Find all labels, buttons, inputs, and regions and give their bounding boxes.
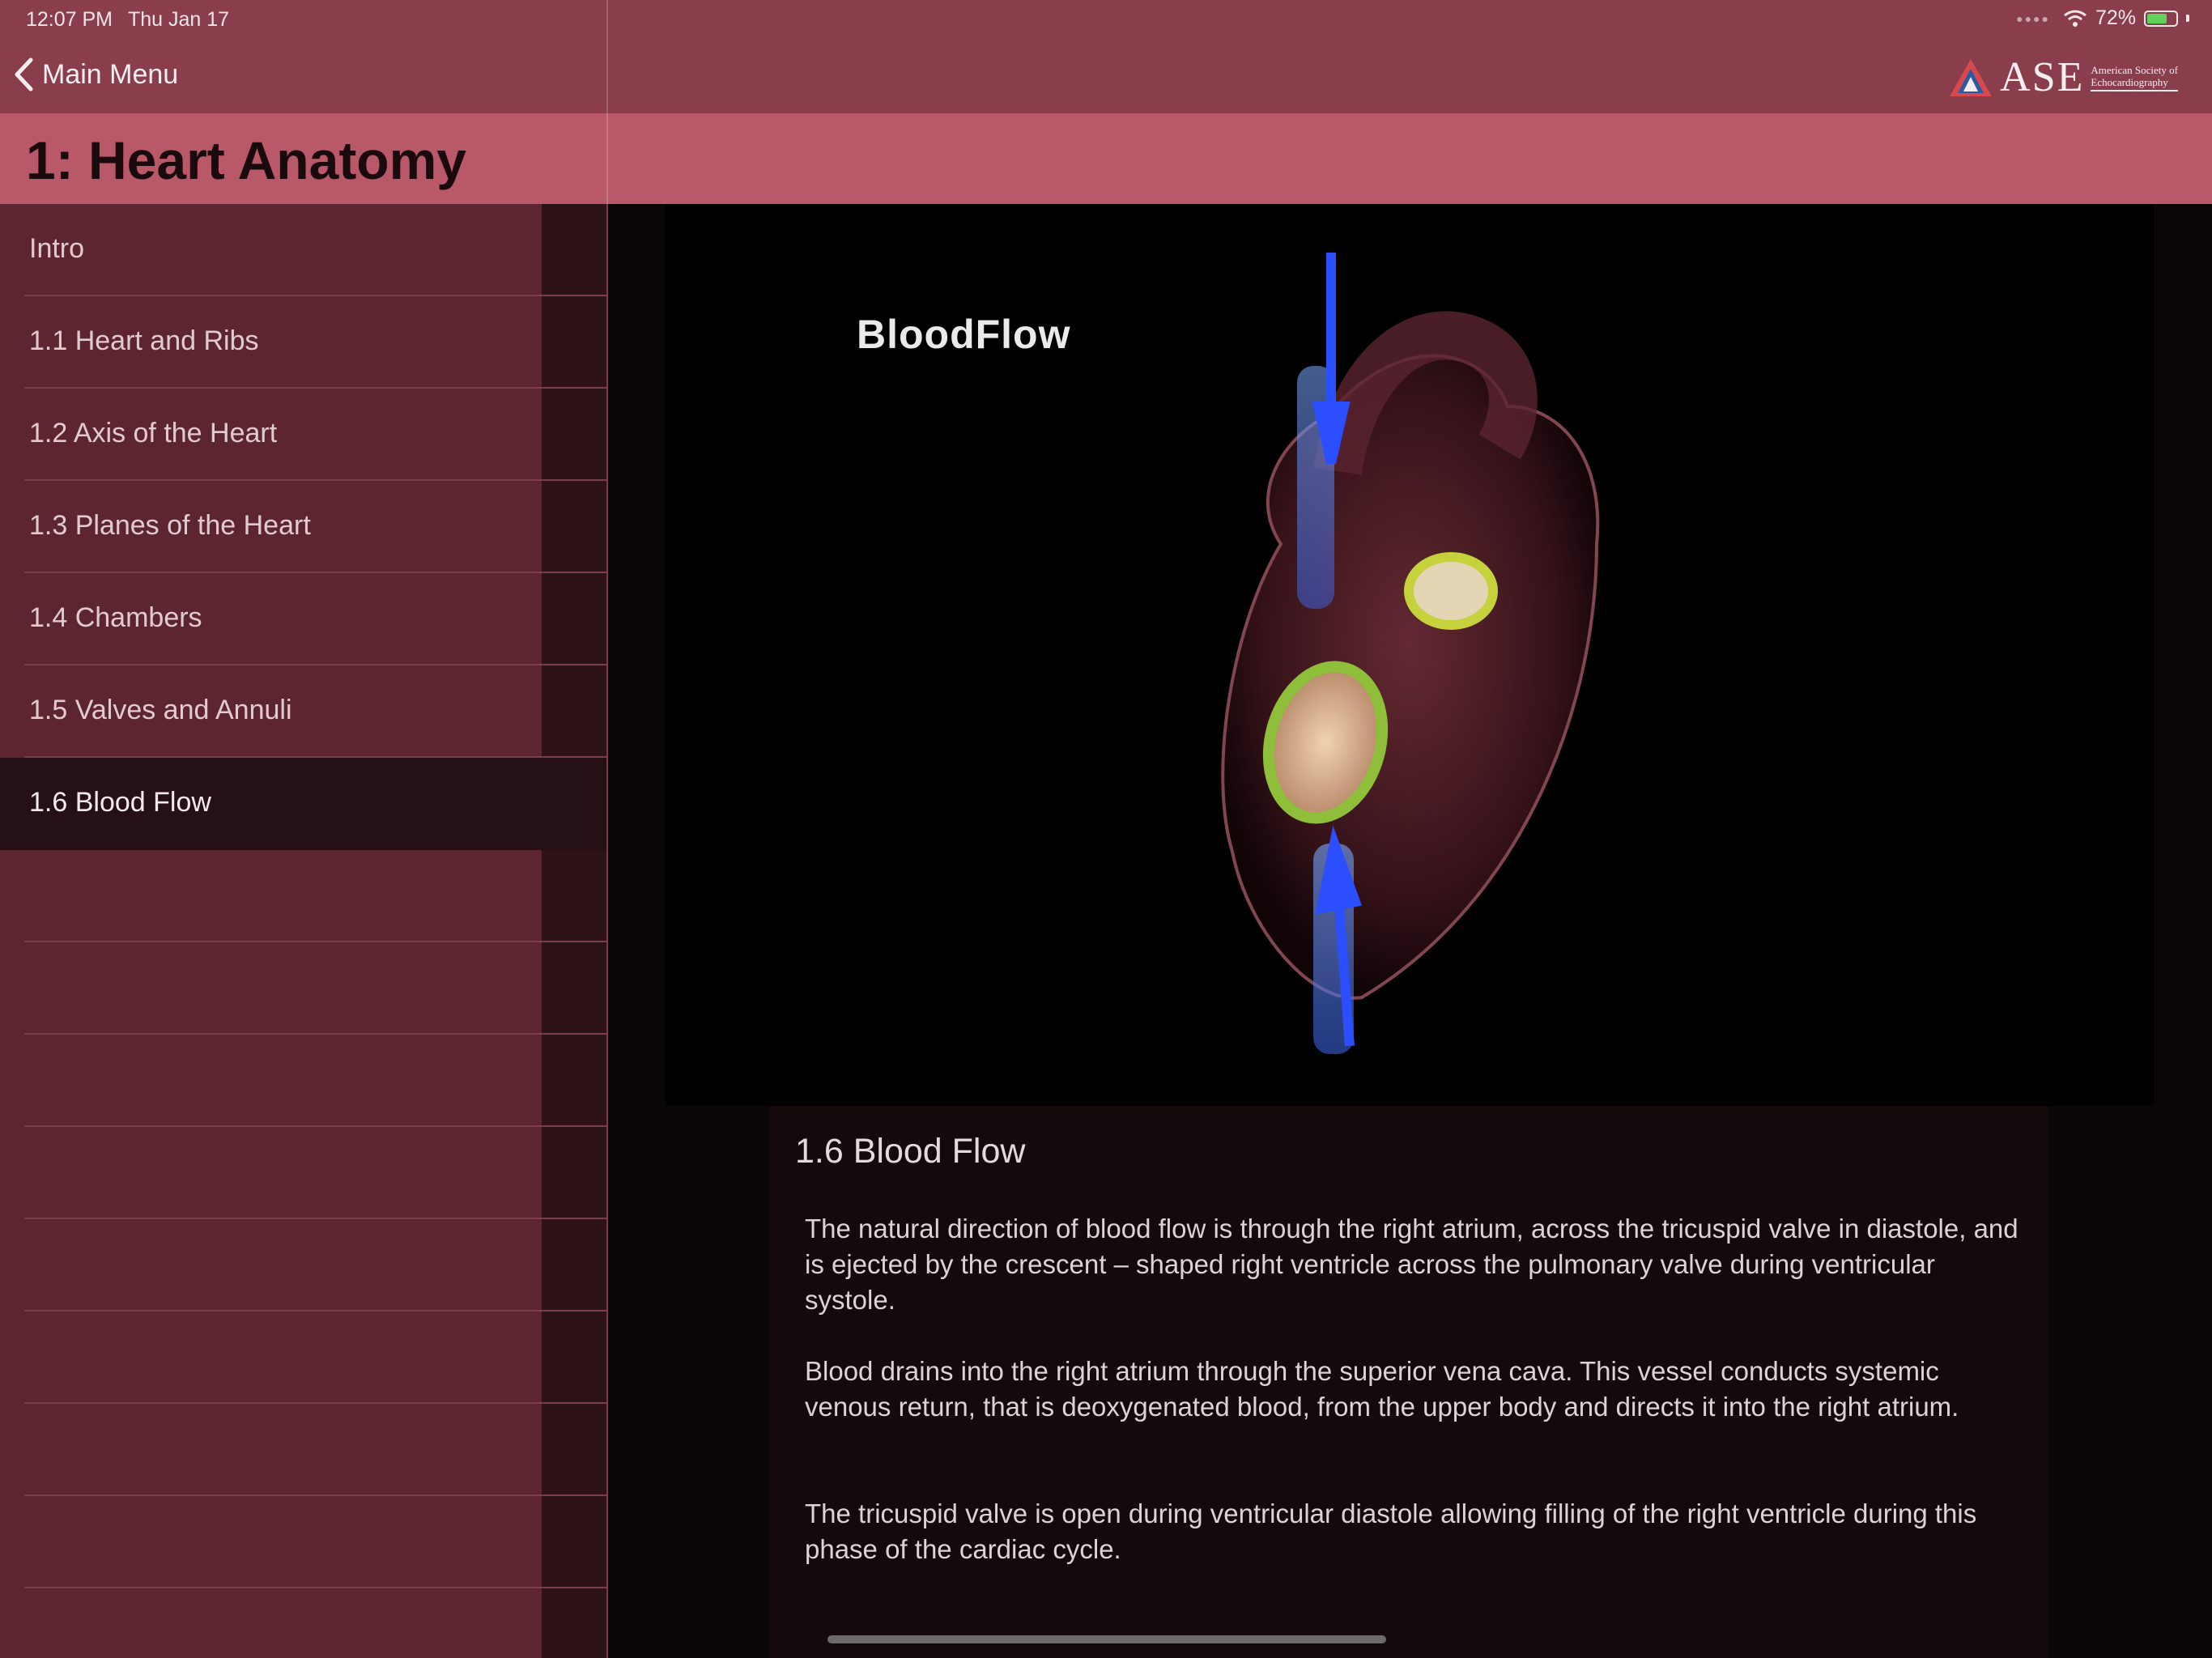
- battery-icon: [2144, 10, 2178, 27]
- back-label: Main Menu: [42, 58, 179, 90]
- status-bar: 12:07 PM Thu Jan 17 ●●●● 72%: [0, 0, 2212, 39]
- sidebar-separator: [24, 1310, 606, 1312]
- sidebar-separator: [24, 941, 606, 942]
- sidebar-item-intro[interactable]: Intro: [0, 204, 606, 296]
- status-date: Thu Jan 17: [128, 8, 230, 31]
- content-panel[interactable]: 1.6 Blood Flow The natural direction of …: [769, 1106, 2048, 1658]
- wifi-icon: [2064, 10, 2087, 27]
- logo-text: ASE: [2000, 54, 2085, 100]
- sidebar-separator: [24, 1402, 606, 1404]
- section-heading: 1.6 Blood Flow: [795, 1132, 1026, 1171]
- sidebar-item-label: Intro: [29, 233, 85, 264]
- content-paragraph: The tricuspid valve is open during ventr…: [805, 1499, 1977, 1564]
- status-time: 12:07 PM: [26, 8, 113, 31]
- logo-subtitle-line-1: American Society of: [2091, 64, 2178, 76]
- ase-logo-icon: [1950, 59, 1993, 96]
- battery-nub: [2186, 15, 2189, 22]
- sidebar-item-heart-and-ribs[interactable]: 1.1 Heart and Ribs: [0, 296, 606, 389]
- sidebar-item-label: 1.4 Chambers: [29, 602, 202, 633]
- chapter-title-bar: 1: Heart Anatomy: [0, 113, 2212, 204]
- sidebar-separator: [24, 1125, 606, 1127]
- sidebar-item-valves-and-annuli[interactable]: 1.5 Valves and Annuli: [0, 665, 606, 758]
- sidebar-item-chambers[interactable]: 1.4 Chambers: [0, 573, 606, 665]
- main-menu-back-button[interactable]: Main Menu: [13, 57, 178, 92]
- scroll-indicator[interactable]: [827, 1635, 1386, 1643]
- sidebar-item-axis-of-the-heart[interactable]: 1.2 Axis of the Heart: [0, 389, 606, 481]
- sidebar-separator: [24, 1033, 606, 1035]
- content-paragraph: Blood drains into the right atrium throu…: [805, 1356, 1959, 1422]
- sidebar-item-label: 1.2 Axis of the Heart: [29, 418, 278, 449]
- heart-body: [1221, 354, 1600, 1000]
- ase-logo: ASE American Society of Echocardiography: [1948, 57, 2178, 99]
- sidebar: Intro 1.1 Heart and Ribs 1.2 Axis of the…: [0, 204, 608, 1658]
- page-title: 1: Heart Anatomy: [26, 130, 467, 190]
- sidebar-item-label: 1.1 Heart and Ribs: [29, 325, 259, 356]
- status-right: ●●●● 72%: [2016, 6, 2189, 30]
- sidebar-item-label: 1.6 Blood Flow: [29, 787, 211, 818]
- header-divider: [606, 0, 608, 204]
- battery-percent: 72%: [2095, 6, 2136, 29]
- cellular-dots-icon: ●●●●: [2016, 11, 2050, 25]
- video-label: BloodFlow: [857, 312, 1071, 357]
- video-player[interactable]: BloodFlow: [666, 204, 2154, 1106]
- pulmonary-valve: [1404, 552, 1498, 630]
- flow-arrow-down-icon: [1312, 253, 1351, 465]
- content-paragraph: The natural direction of blood flow is t…: [805, 1214, 2018, 1315]
- logo-subtitle: American Society of Echocardiography: [2091, 64, 2178, 91]
- top-bar: 12:07 PM Thu Jan 17 ●●●● 72% Main Menu A…: [0, 0, 2212, 113]
- sidebar-separator: [24, 1218, 606, 1219]
- sidebar-item-blood-flow[interactable]: 1.6 Blood Flow: [0, 758, 606, 850]
- logo-subtitle-line-2: Echocardiography: [2091, 76, 2168, 88]
- sidebar-item-planes-of-the-heart[interactable]: 1.3 Planes of the Heart: [0, 481, 606, 573]
- sidebar-separator: [24, 1587, 606, 1588]
- sidebar-item-label: 1.5 Valves and Annuli: [29, 695, 292, 725]
- chevron-left-icon: [15, 57, 33, 91]
- sidebar-separator: [24, 1494, 606, 1496]
- sidebar-item-label: 1.3 Planes of the Heart: [29, 510, 311, 541]
